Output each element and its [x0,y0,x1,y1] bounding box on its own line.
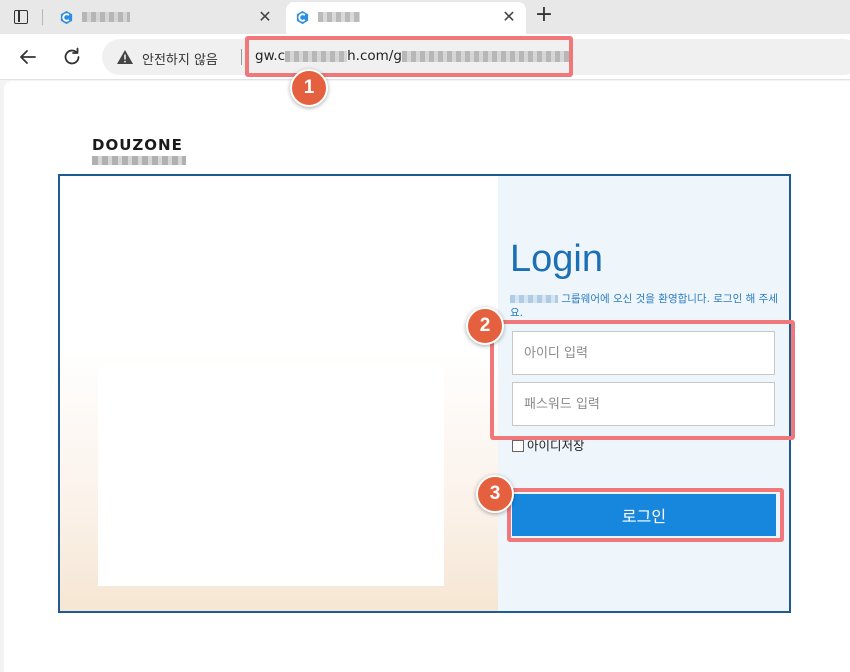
douzone-logo: DOUZONE [92,135,186,165]
remember-id-label: 아이디저장 [527,438,585,453]
warning-icon[interactable] [116,49,134,65]
highlight-inputs [490,320,795,440]
tab-title [82,9,130,25]
sidebar-icon [14,10,28,24]
logo-text: DOUZONE [92,136,183,154]
sidebar-toggle-button[interactable] [10,7,32,27]
tab-1[interactable]: ✕ [50,2,282,34]
step-badge-3: 3 [476,475,514,513]
tab-favicon [60,10,73,25]
tab-favicon [296,10,309,25]
tab-2-active[interactable]: ✕ [286,2,526,34]
welcome-text: 그룹웨어에 오신 것을 환영합니다. 로그인 해 주세요. [510,293,778,319]
visual-card [98,366,444,586]
plus-icon[interactable]: + [533,4,555,28]
highlight-url [245,36,573,77]
login-title: Login [510,238,603,280]
logo-subtitle-redacted [92,156,186,165]
close-icon[interactable]: ✕ [500,8,518,26]
remember-id-checkbox[interactable] [512,440,524,452]
tab-strip: ✕ ✕ + [0,0,850,34]
step-badge-2: 2 [466,307,504,345]
tab-title [318,9,360,25]
login-visual [60,176,498,611]
reload-icon[interactable] [60,45,84,69]
step-badge-1: 1 [290,69,328,107]
highlight-login-button [507,488,784,542]
security-status[interactable]: 안전하지 않음 [142,49,218,68]
close-icon[interactable]: ✕ [256,8,274,26]
tab-divider [42,9,43,25]
back-arrow-icon[interactable] [16,45,40,69]
address-divider [241,49,242,65]
